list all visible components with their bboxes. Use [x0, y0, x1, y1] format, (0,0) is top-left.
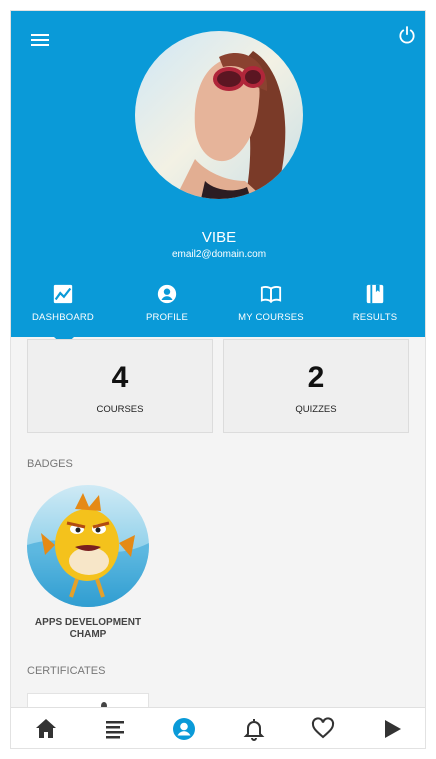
open-book-icon [260, 286, 282, 304]
tab-dashboard[interactable]: DASHBOARD [11, 283, 115, 337]
bottom-tab-profile[interactable] [150, 708, 219, 748]
profile-email: email2@domain.com [171, 249, 267, 260]
bottom-tab-home[interactable] [11, 708, 80, 748]
tab-results[interactable]: RESULTS [323, 283, 425, 337]
profile-icon [173, 718, 196, 740]
courses-label: COURSES [96, 404, 144, 415]
badge-name: APPS DEVELOPMENT CHAMP [34, 617, 142, 640]
person-circle-icon [157, 284, 177, 304]
tab-profile[interactable]: PROFILE [115, 283, 219, 337]
chart-icon [53, 284, 73, 304]
bottom-tab-list[interactable] [80, 708, 149, 748]
profile-name: VIBE [201, 229, 237, 246]
tab-profile-label: PROFILE [145, 312, 189, 323]
tab-my-courses-label: MY COURSES [238, 312, 304, 323]
app-screen: VIBE email2@domain.com DASHBOARD PROFILE [10, 10, 426, 749]
book-icon [366, 284, 384, 304]
play-icon [385, 720, 402, 738]
quizzes-count: 2 [307, 361, 325, 394]
courses-count: 4 [111, 361, 129, 394]
list-icon [105, 721, 124, 739]
home-icon [35, 719, 56, 738]
courses-stat[interactable]: 4 COURSES [27, 339, 213, 433]
heart-icon [311, 717, 335, 739]
menu-icon[interactable] [31, 31, 51, 47]
bottom-tab-favorites[interactable] [288, 708, 357, 748]
power-icon[interactable] [397, 25, 417, 45]
bottom-navigation [11, 707, 425, 748]
quizzes-stat[interactable]: 2 QUIZZES [223, 339, 409, 433]
certificates-title: CERTIFICATES [27, 665, 106, 677]
badges-title: BADGES [27, 458, 73, 470]
tab-results-label: RESULTS [352, 312, 398, 323]
profile-tabs: DASHBOARD PROFILE MY COURSES RESULTS [11, 283, 425, 337]
bell-icon [243, 719, 265, 741]
bottom-tab-play[interactable] [358, 708, 425, 748]
bottom-tab-notifications[interactable] [219, 708, 288, 748]
tab-dashboard-label: DASHBOARD [32, 312, 94, 323]
avatar[interactable] [135, 31, 303, 199]
profile-header: VIBE email2@domain.com DASHBOARD PROFILE [11, 11, 425, 337]
tab-my-courses[interactable]: MY COURSES [219, 283, 323, 337]
badge-image[interactable] [27, 485, 149, 607]
quizzes-label: QUIZZES [295, 404, 337, 415]
